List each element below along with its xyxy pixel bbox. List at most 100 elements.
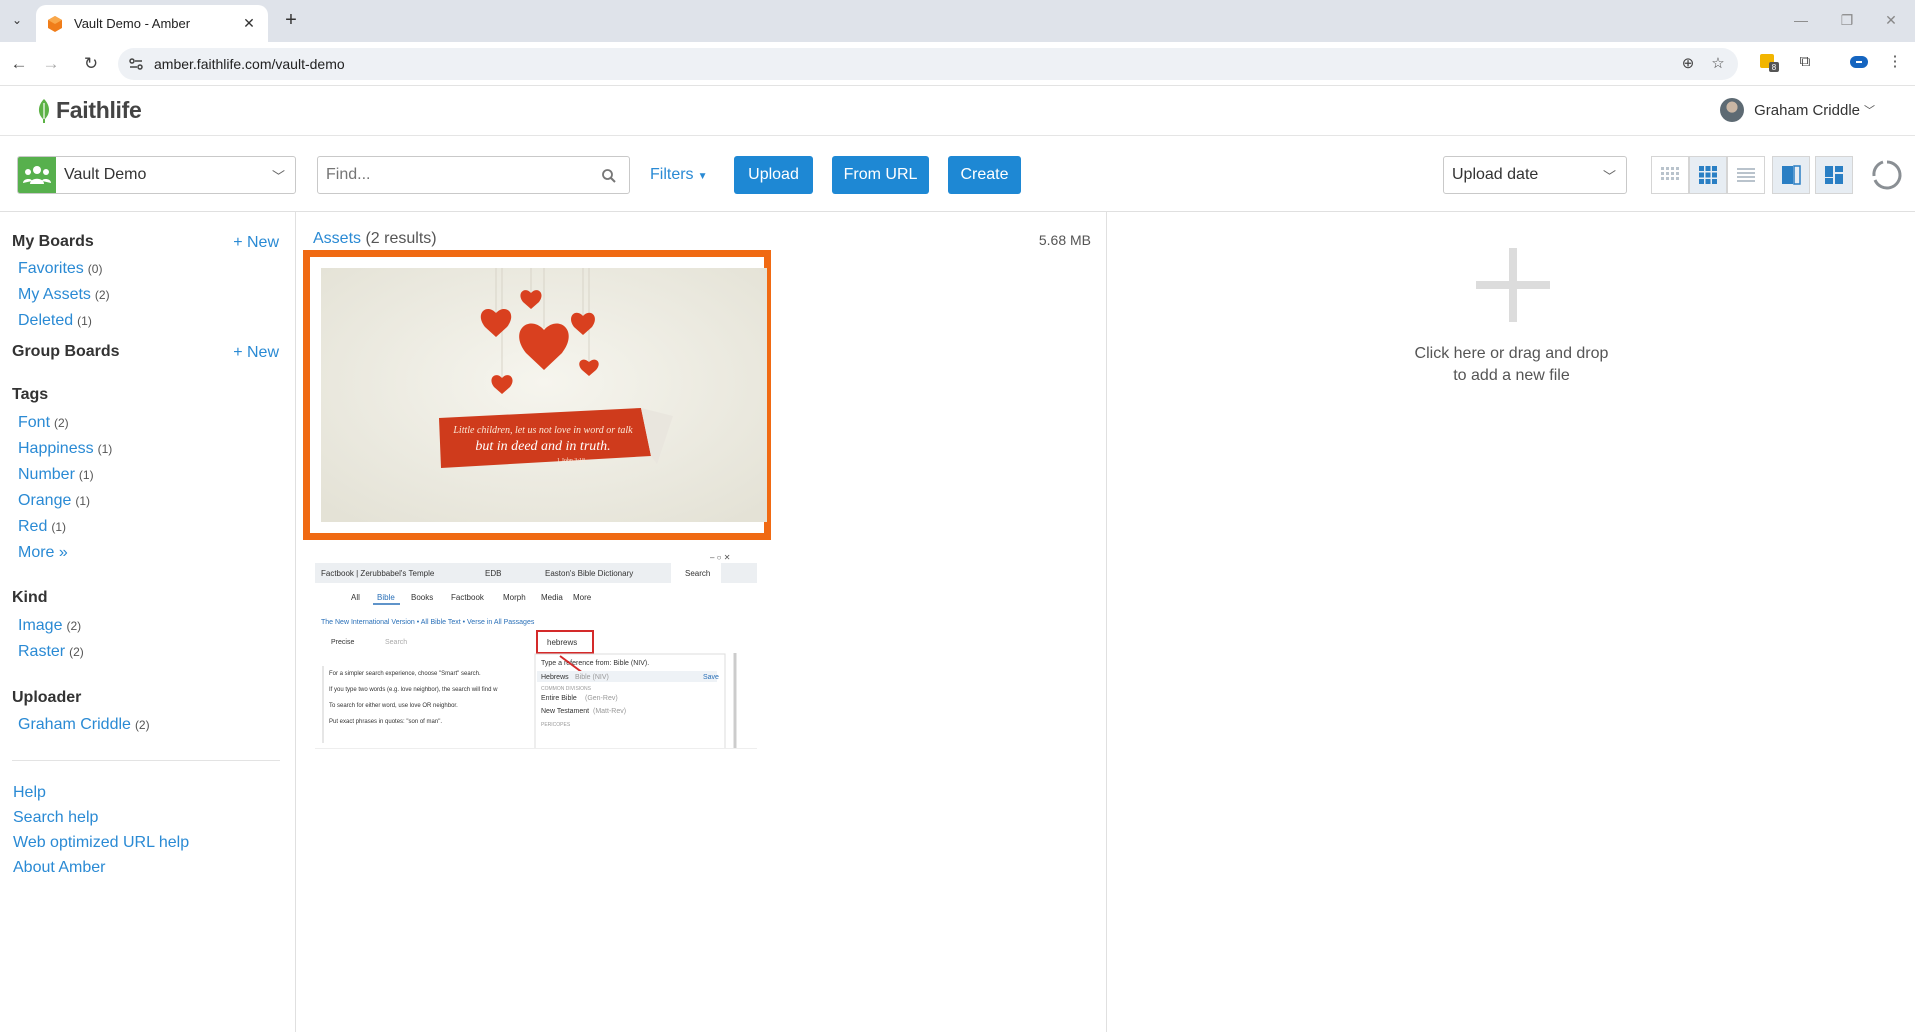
assets-link[interactable]: Assets <box>313 230 361 247</box>
grid-icon <box>1699 166 1717 184</box>
caret-down-icon: ▼ <box>697 171 708 182</box>
app-header: Faithlife Graham Criddle ﹀ <box>0 86 1915 136</box>
svg-text:If you type two words (e.g. lo: If you type two words (e.g. love neighbo… <box>329 687 498 693</box>
small-grid-icon <box>1661 167 1679 180</box>
reload-icon[interactable]: ↻ <box>78 51 104 77</box>
filters-dropdown[interactable]: Filters ▼ <box>650 166 707 184</box>
minimize-icon[interactable]: — <box>1778 6 1824 34</box>
logo-text: Faithlife <box>56 97 142 123</box>
kind-image[interactable]: Image (2) <box>18 617 81 635</box>
chevron-down-icon: ﹀ <box>1602 169 1616 184</box>
avatar <box>1720 98 1745 122</box>
tag-happiness[interactable]: Happiness (1) <box>18 440 112 458</box>
url-help-link[interactable]: Web optimized URL help <box>13 834 189 852</box>
filters-label: Filters <box>650 166 694 183</box>
sidebar-divider <box>12 760 280 761</box>
tiles-icon <box>1825 166 1843 184</box>
asset-results: Assets (2 results) 5.68 MB Little childr… <box>297 212 1107 1032</box>
restore-icon[interactable]: ❐ <box>1824 6 1870 34</box>
forward-icon[interactable]: → <box>38 51 64 77</box>
sidebar: My Boards + New Favorites (0) My Assets (2… <box>0 212 296 1032</box>
dropzone-text-line1: Click here or drag and drop <box>1414 345 1609 362</box>
svg-text:Factbook | Zerubbabel's Temple: Factbook | Zerubbabel's Temple <box>321 569 435 578</box>
svg-text:Bible: Bible <box>377 593 395 602</box>
asset-thumbnail-screenshot[interactable]: Factbook | Zerubbabel's Temple EDB Easto… <box>315 553 757 749</box>
chevron-down-icon: ﹀ <box>271 169 285 184</box>
refresh-icon[interactable] <box>1870 158 1904 192</box>
tab-close-icon[interactable]: ✕ <box>240 15 258 32</box>
about-amber-link[interactable]: About Amber <box>13 859 106 877</box>
svg-text:Media: Media <box>541 593 563 602</box>
back-icon[interactable]: ← <box>6 51 32 77</box>
amber-favicon-icon <box>48 15 62 32</box>
tag-font[interactable]: Font (2) <box>18 414 69 432</box>
svg-text:New Testament: New Testament <box>541 708 589 715</box>
browser-tab[interactable]: Vault Demo - Amber ✕ <box>36 5 268 42</box>
help-link[interactable]: Help <box>13 784 46 802</box>
new-group-board-link[interactable]: + New <box>233 344 279 362</box>
action-bar: Vault Demo ﹀ Filters▼ Upload From URL Cr… <box>0 136 1915 212</box>
sort-value: Upload date <box>1452 166 1539 183</box>
search-icon[interactable] <box>601 168 617 184</box>
plus-icon <box>1476 248 1550 322</box>
tag-red[interactable]: Red (1) <box>18 518 66 536</box>
uploader-graham-criddle[interactable]: Graham Criddle (2) <box>18 716 150 734</box>
svg-text:All: All <box>351 593 360 602</box>
upload-button[interactable]: Upload <box>734 156 813 194</box>
browser-toolbar: ← → ↻ amber.faithlife.com/vault-demo ⊕ ☆… <box>0 42 1915 86</box>
new-board-link[interactable]: + New <box>233 234 279 252</box>
sidebar-item-favorites[interactable]: Favorites (0) <box>18 260 102 278</box>
layout-tiles-button[interactable] <box>1815 156 1853 194</box>
svg-text:Books: Books <box>411 593 433 602</box>
tag-number[interactable]: Number (1) <box>18 466 94 484</box>
new-tab-icon[interactable]: + <box>279 8 303 32</box>
tab-search-chevron-icon[interactable]: ⌄ <box>6 9 28 31</box>
kind-raster[interactable]: Raster (2) <box>18 643 84 661</box>
svg-text:but in deed and in truth.: but in deed and in truth. <box>475 439 610 454</box>
extensions-puzzle-icon[interactable]: ⧉ <box>1794 51 1816 73</box>
tags-more-link[interactable]: More » <box>18 544 68 562</box>
tags-heading: Tags <box>12 386 49 403</box>
vault-selector[interactable]: Vault Demo ﹀ <box>17 156 296 194</box>
from-url-button[interactable]: From URL <box>832 156 929 194</box>
svg-text:PERICOPES: PERICOPES <box>541 722 571 728</box>
svg-text:Precise: Precise <box>331 639 354 646</box>
dropzone-text-line2: to add a new file <box>1453 367 1570 384</box>
search-input[interactable] <box>317 156 630 194</box>
address-bar[interactable]: amber.faithlife.com/vault-demo ⊕ ☆ <box>118 48 1738 80</box>
bookmark-star-icon[interactable]: ☆ <box>1708 54 1728 74</box>
view-grid-button[interactable] <box>1689 156 1727 194</box>
layout-split-button[interactable] <box>1772 156 1810 194</box>
asset-thumbnail-hearts[interactable]: Little children, let us not love in word… <box>321 268 767 522</box>
svg-text:To search for either word, use: To search for either word, use love OR n… <box>329 703 458 709</box>
extension-notes-icon[interactable]: 8 <box>1758 51 1780 73</box>
browser-menu-icon[interactable]: ⋮ <box>1884 51 1906 73</box>
group-boards-heading: Group Boards <box>12 343 120 360</box>
tag-orange[interactable]: Orange (1) <box>18 492 90 510</box>
user-menu[interactable]: Graham Criddle ﹀ <box>1720 98 1875 122</box>
asset-card-selected[interactable]: Little children, let us not love in word… <box>303 250 771 540</box>
chevron-down-icon: ﹀ <box>1864 105 1875 117</box>
sidebar-item-my-assets[interactable]: My Assets (2) <box>18 286 110 304</box>
my-boards-heading: My Boards <box>12 233 94 250</box>
zoom-icon[interactable]: ⊕ <box>1678 54 1698 74</box>
sidebar-item-deleted[interactable]: Deleted (1) <box>18 312 92 330</box>
faithlife-leaf-icon <box>38 98 50 123</box>
window-close-icon[interactable]: ✕ <box>1868 6 1914 34</box>
svg-text:Search: Search <box>385 639 407 646</box>
site-settings-icon[interactable] <box>128 56 144 72</box>
svg-text:8: 8 <box>1772 63 1777 72</box>
sort-selector[interactable]: Upload date ﹀ <box>1443 156 1627 194</box>
view-small-grid-button[interactable] <box>1651 156 1689 194</box>
faithlife-logo[interactable]: Faithlife <box>36 97 142 124</box>
svg-text:For a simpler search experienc: For a simpler search experience, choose … <box>329 671 481 677</box>
create-button[interactable]: Create <box>948 156 1021 194</box>
svg-text:(Gen-Rev): (Gen-Rev) <box>585 695 618 702</box>
results-count: (2 results) <box>365 230 437 247</box>
uploader-heading: Uploader <box>12 689 82 706</box>
search-help-link[interactable]: Search help <box>13 809 98 827</box>
url-text[interactable]: amber.faithlife.com/vault-demo <box>154 56 345 72</box>
profile-icon[interactable] <box>1848 51 1870 73</box>
upload-dropzone[interactable]: Click here or drag and drop to add a new… <box>1108 212 1915 1032</box>
view-list-button[interactable] <box>1727 156 1765 194</box>
